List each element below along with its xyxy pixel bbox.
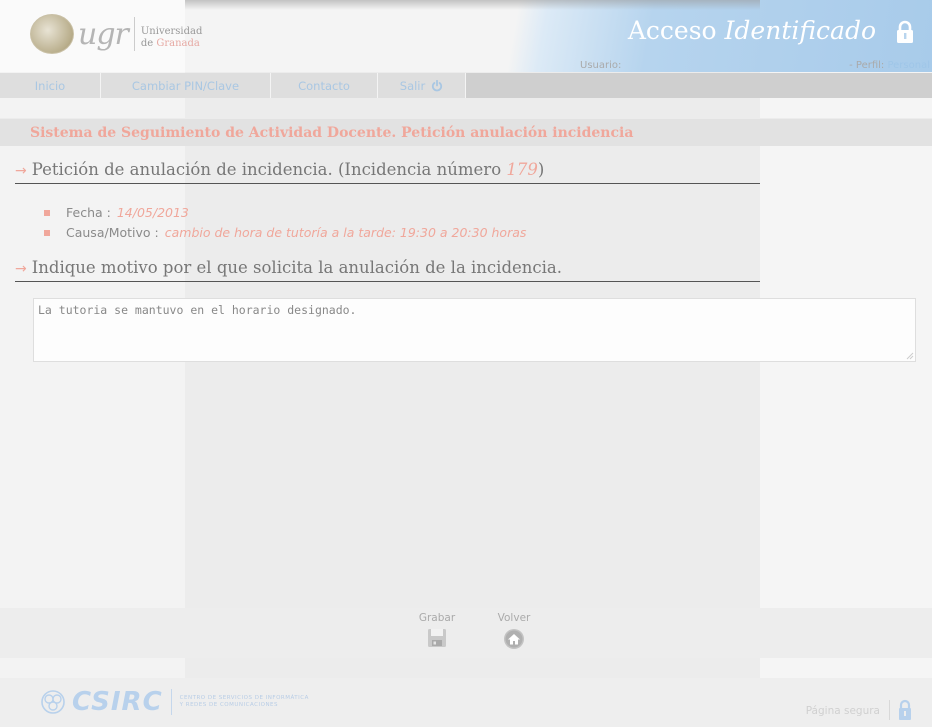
nav-salir-label: Salir (399, 78, 426, 93)
fecha-value: 14/05/2013 (116, 205, 189, 220)
access-title: Acceso Identificado (628, 16, 876, 45)
power-icon (432, 79, 443, 91)
logo-de-granada: de Granada (141, 38, 203, 50)
section1-suffix: ) (537, 160, 545, 179)
padlock-icon (897, 20, 913, 43)
access-title-italic: Identificado (724, 16, 876, 45)
footer: CSIRC CENTRO DE SERVICIOS DE INFORMÁTICA… (0, 678, 932, 727)
ugr-logo[interactable]: ugr Universidad de Granada (30, 14, 202, 54)
logo-granada: Granada (156, 38, 200, 49)
causa-row: Causa/Motivo : cambio de hora de tutoría… (44, 223, 526, 243)
action-bar: Grabar Volver (0, 608, 932, 658)
incidencia-details: Fecha : 14/05/2013 Causa/Motivo : cambio… (44, 203, 526, 243)
csirc-logo[interactable]: CSIRC CENTRO DE SERVICIOS DE INFORMÁTICA… (40, 687, 309, 717)
logo-divider (133, 17, 135, 51)
nav-item-cambiar-pin[interactable]: Cambiar PIN/Clave (101, 73, 271, 98)
causa-value: cambio de hora de tutoría a la tarde: 19… (164, 225, 527, 240)
home-icon (504, 629, 524, 649)
csirc-divider (170, 689, 172, 715)
perfil-value: Personal (887, 60, 930, 71)
main-nav: Inicio Cambiar PIN/Clave Contacto Salir (0, 73, 932, 98)
nav-item-contacto[interactable]: Contacto (271, 73, 378, 98)
nav-item-salir[interactable]: Salir (378, 73, 466, 98)
section1-divider (15, 183, 760, 184)
page-title: Sistema de Seguimiento de Actividad Doce… (30, 125, 634, 141)
motivo-textarea[interactable]: La tutoria se mantuvo en el horario desi… (33, 298, 916, 362)
section2-divider (15, 281, 760, 282)
perfil-label: - Perfil: (849, 60, 885, 71)
resize-grip-icon[interactable] (905, 351, 914, 360)
padlock-icon (899, 699, 911, 720)
csirc-line1: CENTRO DE SERVICIOS DE INFORMÁTICA (179, 695, 309, 701)
university-crest-icon (30, 14, 74, 54)
section-incidencia-title: → Petición de anulación de incidencia. (I… (15, 160, 544, 179)
logo-de: de (140, 38, 154, 49)
section-motivo-title: → Indique motivo por el que solicita la a… (15, 258, 562, 277)
logo-ugr-text: ugr (78, 16, 129, 52)
csirc-line2: Y REDES DE COMUNICACIONES (179, 702, 279, 708)
causa-label: Causa/Motivo : (66, 225, 159, 240)
header: ugr Universidad de Granada Acceso Identi… (0, 0, 932, 72)
arrow-right-icon: → (15, 163, 27, 179)
fecha-label: Fecha : (66, 205, 111, 220)
nav-item-inicio[interactable]: Inicio (0, 73, 101, 98)
volver-label: Volver (497, 612, 531, 624)
save-icon (428, 629, 446, 647)
incidencia-number: 179 (506, 160, 538, 179)
section1-text: Petición de anulación de incidencia. (In… (31, 160, 507, 179)
bullet-icon (44, 230, 50, 236)
logo-university-name: Universidad de Granada (141, 26, 203, 50)
section2-text: Indique motivo por el que solicita la an… (31, 258, 562, 277)
bullet-icon (44, 210, 50, 216)
csirc-subtitle: CENTRO DE SERVICIOS DE INFORMÁTICA Y RED… (180, 695, 309, 709)
header-shadow (185, 0, 760, 10)
volver-button[interactable]: Volver (489, 612, 539, 650)
grabar-button[interactable]: Grabar (412, 612, 462, 648)
usuario-label: Usuario: (580, 60, 622, 71)
footer-divider (889, 700, 890, 720)
nav-filler (466, 73, 932, 98)
csirc-text: CSIRC (72, 687, 163, 717)
page-heading-bar: Sistema de Seguimiento de Actividad Doce… (0, 118, 932, 146)
csirc-emblem-icon (41, 690, 65, 714)
secure-page-label: Página segura (805, 705, 880, 717)
arrow-right-icon: → (15, 261, 27, 277)
perfil-info: - Perfil: Personal (849, 60, 930, 71)
grabar-label: Grabar (418, 612, 456, 624)
logo-universidad: Universidad (140, 26, 203, 37)
access-title-plain: Acceso (627, 16, 725, 45)
fecha-row: Fecha : 14/05/2013 (44, 203, 526, 223)
